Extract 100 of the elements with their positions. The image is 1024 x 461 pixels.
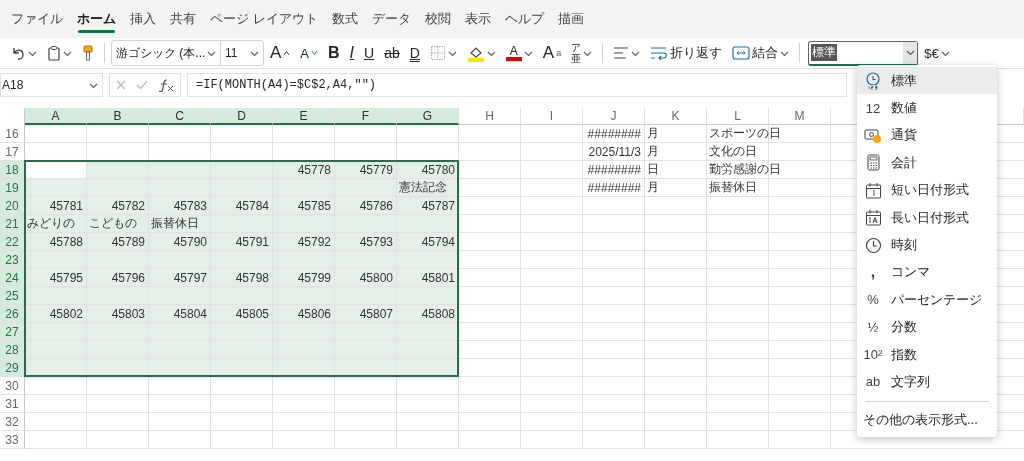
row-header[interactable]: 21 bbox=[0, 215, 25, 233]
grow-font-button[interactable]: A bbox=[266, 40, 295, 66]
formula-field[interactable]: =IF(MONTH(A4)=$C$2,A4,"") bbox=[187, 73, 847, 97]
row-header[interactable]: 33 bbox=[0, 431, 25, 449]
italic-button[interactable]: I bbox=[345, 40, 359, 66]
menu-item[interactable]: 会計 bbox=[857, 149, 997, 177]
row-header[interactable]: 18 bbox=[0, 161, 25, 179]
menu-item[interactable]: 長い日付形式 bbox=[857, 203, 997, 232]
menu-item[interactable]: ab 文字列 bbox=[857, 368, 997, 396]
double-underline-button[interactable]: D bbox=[405, 40, 424, 66]
clipboard-icon bbox=[47, 45, 61, 61]
cell-text: 45790 bbox=[173, 234, 207, 249]
chevron-icon bbox=[523, 49, 533, 57]
chevron-icon bbox=[583, 49, 593, 57]
cell-text: 45779 bbox=[359, 162, 393, 177]
column-header[interactable]: H bbox=[459, 108, 521, 125]
table-cell bbox=[149, 377, 211, 395]
row-header[interactable]: 32 bbox=[0, 413, 25, 431]
cell-text: 月 bbox=[647, 143, 659, 160]
column-header[interactable]: L bbox=[707, 108, 769, 125]
superscript-button[interactable]: A a bbox=[538, 40, 566, 66]
column-header[interactable]: G bbox=[397, 108, 459, 125]
ribbon-tab[interactable]: 共有 bbox=[163, 0, 203, 38]
row-header[interactable]: 31 bbox=[0, 395, 25, 413]
row-header[interactable]: 25 bbox=[0, 287, 25, 305]
row-header[interactable]: 20 bbox=[0, 197, 25, 215]
table-cell bbox=[521, 215, 583, 233]
table-cell bbox=[459, 125, 521, 143]
wrap-icon bbox=[650, 46, 669, 60]
ribbon-tab[interactable]: 数式 bbox=[324, 0, 365, 38]
ribbon-tab[interactable]: ページ レイアウト bbox=[203, 0, 325, 38]
ribbon-tab[interactable]: 表示 bbox=[457, 0, 498, 38]
row-header[interactable]: 29 bbox=[0, 359, 25, 377]
cell-text: 45794 bbox=[421, 234, 455, 249]
table-cell bbox=[397, 395, 459, 413]
strikethrough-button[interactable]: ab bbox=[380, 40, 404, 66]
table-cell bbox=[583, 323, 645, 341]
chevron-icon bbox=[63, 49, 72, 57]
column-header[interactable]: K bbox=[645, 108, 707, 125]
table-cell bbox=[707, 233, 769, 251]
more-formats-link[interactable]: その他の表示形式... bbox=[857, 406, 997, 433]
table-cell bbox=[521, 197, 583, 215]
column-header[interactable]: A bbox=[25, 108, 87, 125]
ribbon-tab[interactable]: データ bbox=[364, 0, 418, 38]
table-cell bbox=[273, 431, 335, 449]
menu-item[interactable]: ½ 分数 bbox=[857, 313, 997, 341]
menu-item[interactable]: 短い日付形式 bbox=[857, 176, 997, 204]
name-box[interactable]: A18 bbox=[0, 73, 103, 97]
row-header[interactable]: 27 bbox=[0, 323, 25, 341]
row-header[interactable]: 23 bbox=[0, 251, 25, 269]
row-header[interactable]: 24 bbox=[0, 269, 25, 287]
ribbon-tab[interactable]: 校閲 bbox=[417, 0, 458, 38]
table-cell bbox=[459, 377, 521, 395]
wrap-text-button[interactable]: 折り返す bbox=[646, 40, 727, 66]
column-header[interactable]: D bbox=[211, 108, 273, 125]
row-header[interactable]: 16 bbox=[0, 125, 25, 143]
table-cell bbox=[645, 251, 707, 269]
shrink-font-button[interactable]: A bbox=[296, 40, 322, 66]
table-cell bbox=[707, 251, 769, 269]
column-header[interactable]: C bbox=[149, 108, 211, 125]
font-color-button[interactable]: A bbox=[501, 40, 537, 66]
column-header[interactable]: F bbox=[335, 108, 397, 125]
column-header[interactable]: I bbox=[521, 108, 583, 125]
underline-button[interactable]: U bbox=[360, 40, 379, 66]
table-cell bbox=[335, 395, 397, 413]
ribbon-tab[interactable]: ホーム bbox=[70, 0, 123, 38]
ribbon-tab[interactable]: ファイル bbox=[4, 0, 70, 38]
ribbon-tab[interactable]: ヘルプ bbox=[497, 0, 551, 38]
table-cell bbox=[583, 359, 645, 377]
phonetic-button[interactable]: ア 亜 bbox=[567, 40, 597, 66]
table-cell bbox=[583, 395, 645, 413]
row-header[interactable]: 26 bbox=[0, 305, 25, 323]
merge-button[interactable]: 結合 bbox=[728, 40, 794, 66]
menu-item[interactable]: 通貨 bbox=[857, 121, 997, 150]
ribbon-tab[interactable]: 挿入 bbox=[123, 0, 163, 38]
table-cell bbox=[583, 233, 645, 251]
menu-item[interactable]: 12 数値 bbox=[857, 94, 997, 122]
cell-text: ######## bbox=[587, 126, 641, 141]
table-cell bbox=[87, 413, 149, 431]
menu-item[interactable]: 時刻 bbox=[857, 231, 997, 259]
row-header[interactable]: 22 bbox=[0, 233, 25, 251]
column-header[interactable]: B bbox=[87, 108, 149, 125]
menu-item[interactable]: , コンマ bbox=[857, 258, 997, 287]
table-cell bbox=[521, 251, 583, 269]
table-cell bbox=[459, 233, 521, 251]
bold-button[interactable]: B bbox=[324, 40, 344, 66]
column-header[interactable]: E bbox=[273, 108, 335, 125]
menu-item[interactable]: % パーセンテージ bbox=[857, 286, 997, 314]
cell-text: 45795 bbox=[49, 270, 83, 285]
row-header[interactable]: 28 bbox=[0, 341, 25, 359]
column-header[interactable]: M bbox=[769, 108, 831, 125]
row-header[interactable]: 19 bbox=[0, 179, 25, 197]
table-cell bbox=[583, 215, 645, 233]
table-cell bbox=[583, 251, 645, 269]
column-header[interactable]: J bbox=[583, 108, 645, 125]
cell-text: 45804 bbox=[173, 306, 207, 321]
ribbon-tab[interactable]: 描画 bbox=[550, 0, 591, 38]
menu-item[interactable]: 10² 指数 bbox=[857, 340, 997, 369]
menu-item[interactable]: 標準 bbox=[857, 67, 997, 95]
row-header[interactable]: 30 bbox=[0, 377, 25, 395]
